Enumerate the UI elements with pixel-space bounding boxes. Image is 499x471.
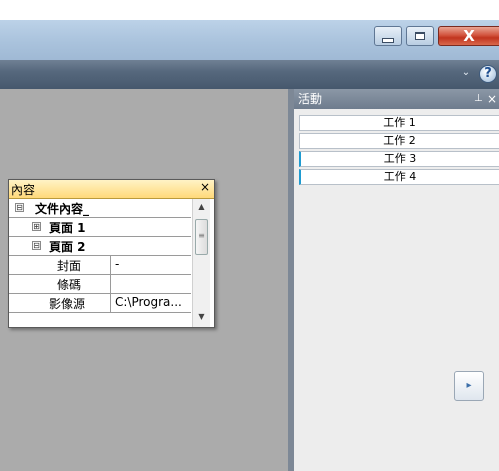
top-strip xyxy=(0,0,499,20)
collapse-icon[interactable]: ⊟ xyxy=(32,241,41,250)
properties-title: 內容 xyxy=(11,183,36,197)
activity-panel-header: 活動 ⊥ × xyxy=(294,89,499,109)
list-item[interactable]: 工作 1 xyxy=(299,115,499,131)
pin-icon[interactable]: ⊥ xyxy=(474,89,483,109)
property-label: 條碼 xyxy=(57,278,82,292)
close-icon[interactable]: × xyxy=(487,89,497,109)
maximize-button[interactable] xyxy=(406,26,434,46)
table-row[interactable]: ⊟ 頁面 2 xyxy=(9,237,191,256)
scroll-down-icon[interactable]: ▼ xyxy=(193,311,210,323)
property-label: 頁面 1 xyxy=(49,221,86,235)
table-row[interactable]: 條碼 xyxy=(9,275,191,294)
maximize-icon xyxy=(415,32,425,40)
close-button[interactable]: X xyxy=(438,26,499,46)
minimize-button[interactable] xyxy=(374,26,402,46)
scroll-thumb[interactable]: ≡ xyxy=(195,219,208,255)
property-value[interactable]: C:\Progra... xyxy=(111,295,182,309)
chevron-down-icon[interactable]: ⌄ xyxy=(459,64,473,82)
activity-panel: 活動 ⊥ × 工作 1 工作 2 工作 3 工作 4 ▸ xyxy=(294,89,499,471)
properties-header: 內容 × xyxy=(9,180,214,199)
activity-list: 工作 1 工作 2 工作 3 工作 4 xyxy=(299,115,499,187)
next-button[interactable]: ▸ xyxy=(454,371,484,401)
help-icon[interactable]: ? xyxy=(479,65,497,83)
minimize-icon xyxy=(382,38,394,43)
list-item[interactable]: 工作 2 xyxy=(299,133,499,149)
close-icon: X xyxy=(463,27,475,45)
list-item[interactable]: 工作 4 xyxy=(299,169,499,185)
collapse-icon[interactable]: ⊟ xyxy=(15,203,24,212)
table-row[interactable]: 封面 - xyxy=(9,256,191,275)
properties-window: 內容 × ⊟ 文件內容_ ⊞ 頁面 1 ⊟ 頁面 2 封面 - 條碼 影像源 C… xyxy=(8,179,215,328)
list-item[interactable]: 工作 3 xyxy=(299,151,499,167)
property-value[interactable]: - xyxy=(111,257,119,271)
property-label: 封面 xyxy=(57,259,82,273)
activity-panel-title: 活動 xyxy=(298,92,323,106)
table-row[interactable]: ⊟ 文件內容_ xyxy=(9,199,191,218)
table-row[interactable]: 影像源 C:\Progra... xyxy=(9,294,191,313)
close-icon[interactable]: × xyxy=(200,180,210,194)
ribbon-bar: ⌄ ? xyxy=(0,60,499,89)
table-row[interactable]: ⊞ 頁面 1 xyxy=(9,218,191,237)
property-label: 文件內容_ xyxy=(35,202,90,216)
vertical-scrollbar[interactable]: ▲ ≡ ▼ xyxy=(192,199,210,327)
scroll-up-icon[interactable]: ▲ xyxy=(193,201,210,213)
column-divider xyxy=(110,275,111,293)
expand-icon[interactable]: ⊞ xyxy=(32,222,41,231)
property-grid: ⊟ 文件內容_ ⊞ 頁面 1 ⊟ 頁面 2 封面 - 條碼 影像源 C:\Pro… xyxy=(9,199,191,313)
property-label: 影像源 xyxy=(49,297,86,311)
arrow-right-icon: ▸ xyxy=(466,380,472,391)
property-label: 頁面 2 xyxy=(49,240,86,254)
